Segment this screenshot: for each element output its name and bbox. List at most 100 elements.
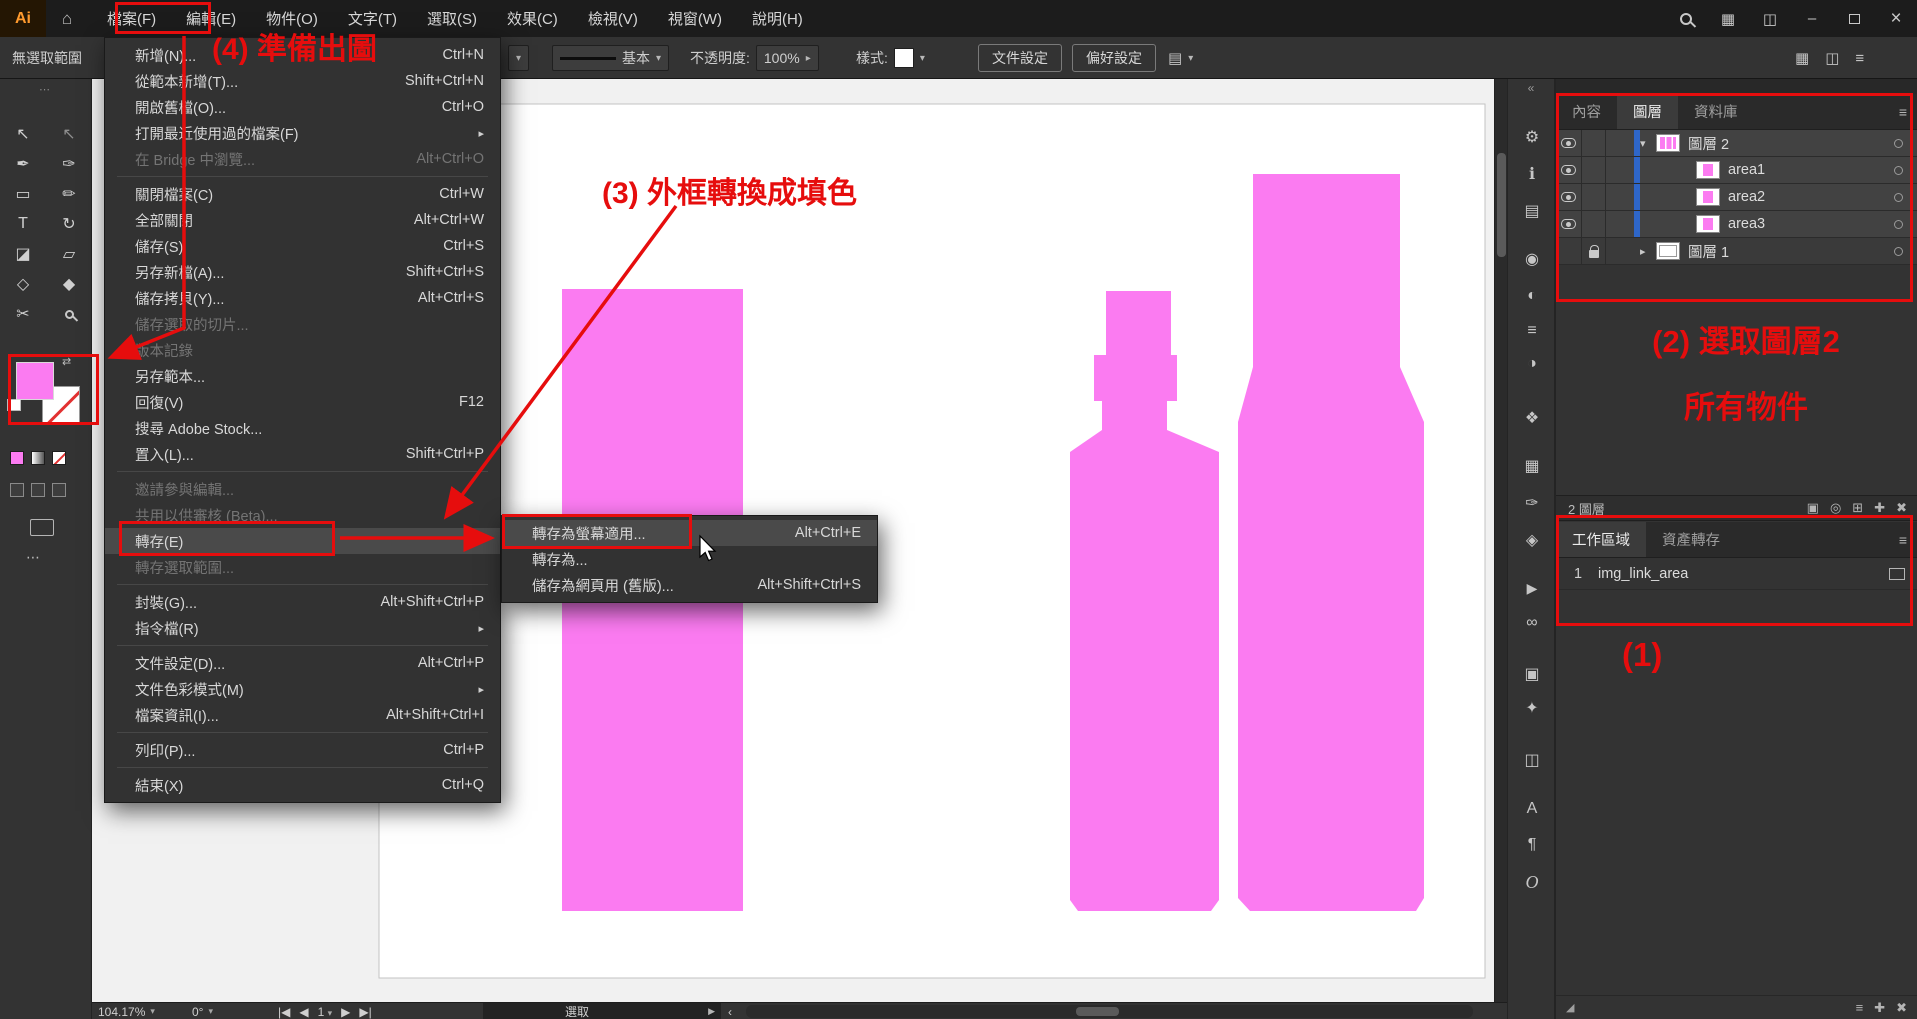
tab-properties[interactable]: 內容 xyxy=(1556,94,1617,129)
file-menu-item-save-a-copy[interactable]: 儲存拷貝(Y)...Alt+Ctrl+S xyxy=(105,285,500,311)
file-menu-item-document-setup[interactable]: 文件設定(D)...Alt+Ctrl+P xyxy=(105,650,500,676)
panel-icon-opentype[interactable]: O xyxy=(1516,867,1548,897)
home-icon[interactable]: ⌂ xyxy=(46,0,88,37)
visibility-cell[interactable] xyxy=(1556,238,1582,264)
file-menu-item-document-color-mode[interactable]: 文件色彩模式(M)▸ xyxy=(105,676,500,702)
file-menu-item-place[interactable]: 置入(L)...Shift+Ctrl+P xyxy=(105,441,500,467)
tool-direct-selection[interactable]: ↖ xyxy=(46,119,92,149)
panel-icon-swatches[interactable]: ▦ xyxy=(1516,451,1548,481)
draw-behind-button[interactable] xyxy=(31,483,45,497)
panel-icon-symbols[interactable]: ◈ xyxy=(1516,525,1548,555)
layer-row-area1[interactable]: area1 xyxy=(1556,157,1917,184)
tool-rectangle[interactable]: ▭ xyxy=(0,179,46,209)
tool-pencil[interactable]: ✏ xyxy=(46,179,92,209)
menu-select[interactable]: 選取(S) xyxy=(412,0,492,37)
target-circle-icon[interactable] xyxy=(1894,193,1903,202)
none-button[interactable] xyxy=(52,451,66,465)
stroke-width-dropdown[interactable]: ▾ xyxy=(508,37,529,79)
file-menu-item-file-info[interactable]: 檔案資訊(I)...Alt+Shift+Ctrl+I xyxy=(105,702,500,728)
file-menu-item-export[interactable]: 轉存(E)▸ xyxy=(105,528,500,554)
tool-curvature[interactable]: ✑ xyxy=(46,149,92,179)
artboard-row-name[interactable]: img_link_area xyxy=(1598,566,1688,582)
panel-icon-paragraph[interactable]: ¶ xyxy=(1516,830,1548,860)
panel-icon-stroke[interactable]: ≡ xyxy=(1516,316,1548,346)
artboard-number-dropdown[interactable]: 1 ▾ xyxy=(318,1005,333,1019)
export-submenu-item-export-as[interactable]: 轉存為... xyxy=(502,546,877,572)
lock-cell[interactable] xyxy=(1582,238,1606,264)
file-menu-item-print[interactable]: 列印(P)...Ctrl+P xyxy=(105,737,500,763)
delete-layer-icon[interactable]: ✖ xyxy=(1896,500,1907,516)
add-asset-icon[interactable]: ✚ xyxy=(1874,1000,1885,1016)
target-circle-icon[interactable] xyxy=(1894,166,1903,175)
menu-file[interactable]: 檔案(F) xyxy=(92,0,171,37)
layers-panel-menu-icon[interactable]: ≡ xyxy=(1899,104,1907,120)
file-menu-item-revert[interactable]: 回復(V)F12 xyxy=(105,389,500,415)
status-collapse-icon[interactable]: ‹ xyxy=(728,1003,732,1019)
file-menu-item-close-all[interactable]: 全部關閉Alt+Ctrl+W xyxy=(105,207,500,233)
panel-icon-libraries[interactable]: ◫ xyxy=(1516,745,1548,775)
arrange-documents-icon[interactable]: ▦ xyxy=(1707,0,1749,37)
opacity-dropdown[interactable]: 100%▸ xyxy=(756,45,819,71)
control-menu-icon[interactable]: ≡ xyxy=(1855,50,1864,67)
expand-toggle-icon[interactable]: ▸ xyxy=(1640,245,1656,258)
panel-icon-color[interactable]: ◉ xyxy=(1516,244,1548,274)
layer-row-layer-1[interactable]: ▸圖層 1 xyxy=(1556,238,1917,265)
panel-icon-transform[interactable]: ▤ xyxy=(1516,196,1548,226)
new-sublayer-icon[interactable]: ⊞ xyxy=(1852,500,1863,516)
first-artboard-icon[interactable]: |◀ xyxy=(278,1005,290,1019)
horizontal-scroll-thumb[interactable] xyxy=(1076,1007,1119,1016)
lock-cell[interactable] xyxy=(1582,211,1606,237)
panel-icon-appearance[interactable]: ❖ xyxy=(1516,403,1548,433)
file-menu-item-save-as[interactable]: 另存新檔(A)...Shift+Ctrl+S xyxy=(105,259,500,285)
panel-icon-brushes[interactable]: ✑ xyxy=(1516,488,1548,518)
tab-asset-export[interactable]: 資產轉存 xyxy=(1646,522,1736,557)
file-menu-item-search-adobe-stock[interactable]: 搜尋 Adobe Stock... xyxy=(105,415,500,441)
target-circle-icon[interactable] xyxy=(1894,139,1903,148)
previous-artboard-icon[interactable]: ◀ xyxy=(299,1005,308,1019)
panel-icon-graphic-styles[interactable]: ✦ xyxy=(1516,693,1548,723)
file-menu-item-open-recent[interactable]: 打開最近使用過的檔案(F)▸ xyxy=(105,120,500,146)
menu-window[interactable]: 視窗(W) xyxy=(653,0,737,37)
expand-panels-icon[interactable]: « xyxy=(1508,79,1554,97)
file-menu-item-close[interactable]: 關閉檔案(C)Ctrl+W xyxy=(105,181,500,207)
maximize-button[interactable] xyxy=(1833,0,1875,37)
lock-cell[interactable] xyxy=(1582,130,1606,156)
resize-handle-icon[interactable]: ◢ xyxy=(1566,1001,1574,1014)
edit-toolbar-icon[interactable]: ⋯ xyxy=(26,549,42,566)
panel-icon-gradient[interactable]: ◐ xyxy=(1516,281,1548,311)
horizontal-scrollbar[interactable] xyxy=(746,1005,1473,1018)
layer-row-area3[interactable]: area3 xyxy=(1556,211,1917,238)
panel-icon-links[interactable]: ∞ xyxy=(1516,608,1548,638)
delete-asset-icon[interactable]: ✖ xyxy=(1896,1000,1907,1016)
visibility-cell[interactable] xyxy=(1556,184,1582,210)
visibility-cell[interactable] xyxy=(1556,130,1582,156)
next-artboard-icon[interactable]: ▶ xyxy=(341,1005,350,1019)
tool-selection[interactable]: ↖ xyxy=(0,119,46,149)
file-menu-item-exit[interactable]: 結束(X)Ctrl+Q xyxy=(105,772,500,798)
file-menu-item-package[interactable]: 封裝(G)...Alt+Shift+Ctrl+P xyxy=(105,589,500,615)
panel-icon-actions[interactable]: ▶ xyxy=(1516,573,1548,603)
export-submenu-item-export-for-screens[interactable]: 轉存為螢幕適用...Alt+Ctrl+E xyxy=(502,520,877,546)
screen-mode-button[interactable] xyxy=(30,519,54,536)
last-artboard-icon[interactable]: ▶| xyxy=(359,1005,371,1019)
grid-icon[interactable]: ▦ xyxy=(1795,49,1809,67)
view-options-dropdown[interactable]: ▤▾ xyxy=(1168,37,1193,79)
fill-color-swatch[interactable] xyxy=(16,362,54,400)
tool-zoom[interactable] xyxy=(46,299,92,329)
expand-toggle-icon[interactable]: ▾ xyxy=(1640,137,1656,150)
menu-view[interactable]: 檢視(V) xyxy=(573,0,653,37)
lock-cell[interactable] xyxy=(1582,184,1606,210)
target-circle-icon[interactable] xyxy=(1894,220,1903,229)
tool-scale[interactable]: ▱ xyxy=(46,239,92,269)
panel-icon-character[interactable]: A xyxy=(1516,794,1548,824)
shape-bottle-large[interactable] xyxy=(1238,174,1424,911)
draw-normal-button[interactable] xyxy=(10,483,24,497)
layer-row-area2[interactable]: area2 xyxy=(1556,184,1917,211)
tool-pen[interactable]: ✒ xyxy=(0,149,46,179)
close-button[interactable]: × xyxy=(1875,0,1917,37)
tool-rotate[interactable]: ↻ xyxy=(46,209,92,239)
brush-definition-dropdown[interactable]: 基本▾ xyxy=(552,37,669,79)
tool-eraser[interactable]: ◪ xyxy=(0,239,46,269)
vertical-scroll-thumb[interactable] xyxy=(1497,153,1506,257)
file-menu-item-save-as-template[interactable]: 另存範本... xyxy=(105,363,500,389)
